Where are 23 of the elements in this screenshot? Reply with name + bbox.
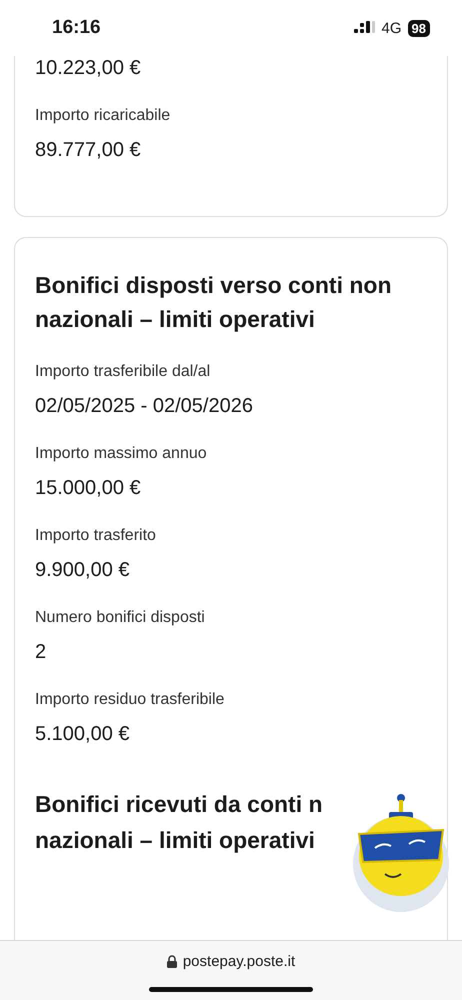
status-time: 16:16 — [52, 17, 101, 39]
field-label: Importo massimo annuo — [35, 444, 208, 464]
field-value: 02/05/2025 - 02/05/2026 — [35, 394, 254, 418]
field-value: 5.100,00 € — [35, 722, 131, 746]
field-value: 89.777,00 € — [35, 138, 142, 162]
battery-level: 98 — [408, 20, 430, 36]
field-label: Importo residuo trasferibile — [35, 690, 226, 710]
network-type: 4G — [382, 20, 402, 36]
field-value: 2 — [35, 640, 48, 664]
section-title: Bonifici ricevuti da conti n — [35, 790, 323, 819]
url-text[interactable]: postepay.poste.it — [182, 953, 296, 970]
field-value: 10.223,00 € — [35, 56, 142, 80]
field-label: Importo ricaricabile — [35, 106, 172, 126]
field-value: 15.000,00 € — [35, 476, 142, 500]
section-title: nazionali – limiti operativi — [35, 826, 315, 855]
field-value: 9.900,00 € — [35, 558, 131, 582]
field-label: Numero bonifici disposti — [35, 608, 206, 628]
signal-icon — [354, 21, 376, 35]
robot-assistant-icon[interactable] — [351, 794, 451, 914]
field-label: Importo trasferito — [35, 526, 157, 546]
section-title: Bonifici disposti verso conti non nazionali – limiti operativi — [35, 271, 393, 334]
lock-icon — [166, 955, 177, 968]
field-label: Importo trasferibile dal/al — [35, 362, 212, 382]
